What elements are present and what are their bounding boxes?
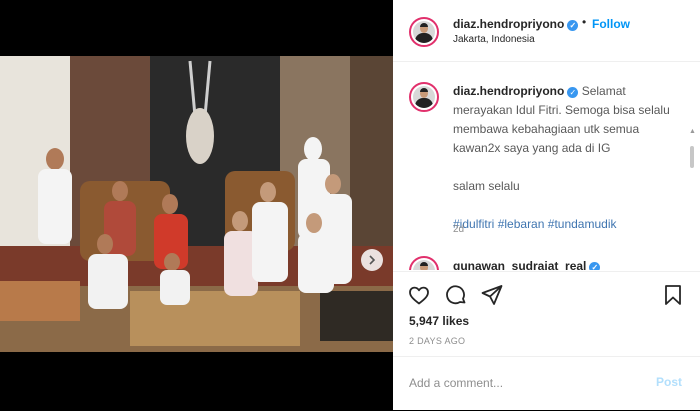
comment-input[interactable] [409, 374, 629, 392]
hashtag-link[interactable]: #lebaran [498, 217, 545, 231]
verified-badge-icon: ✓ [589, 262, 601, 270]
post-caption: diaz.hendropriyono ✓ Selamat merayakan Id… [453, 82, 683, 234]
caption-closing: salam selalu [453, 179, 520, 193]
hashtag-link[interactable]: #tundamudik [548, 217, 617, 231]
comments-scrollbar[interactable] [690, 146, 694, 168]
scroll-up-icon[interactable]: ▲ [689, 128, 696, 135]
like-heart-icon[interactable] [407, 283, 431, 307]
author-avatar[interactable] [409, 17, 439, 47]
caption-timestamp[interactable]: 2d [453, 224, 464, 235]
post-date[interactable]: 2 DAYS AGO [409, 336, 465, 346]
add-comment-bar: Post [393, 356, 700, 411]
commenter-avatar[interactable] [409, 256, 439, 270]
author-username[interactable]: diaz.hendropriyono ✓ [453, 17, 579, 31]
post-photo[interactable] [0, 56, 393, 352]
family-photo-image [0, 56, 393, 352]
comment-username-text[interactable]: gunawan_sudrajat_real [453, 259, 586, 270]
likes-count[interactable]: 5,947 likes [409, 314, 469, 328]
post-comment-button[interactable]: Post [656, 375, 682, 389]
caption-username[interactable]: diaz.hendropriyono [453, 84, 564, 98]
save-bookmark-icon[interactable] [661, 283, 685, 307]
post-header: diaz.hendropriyono ✓ • Follow Jakarta, In… [393, 0, 700, 62]
caption-hashtags: #idulfitri #lebaran #tundamudik [453, 215, 683, 234]
separator-dot: • [582, 15, 587, 29]
post-side-panel: diaz.hendropriyono ✓ • Follow Jakarta, In… [393, 0, 700, 410]
comment-username[interactable]: gunawan_sudrajat_real ✓ [453, 259, 601, 270]
author-username-text[interactable]: diaz.hendropriyono [453, 17, 564, 31]
follow-button[interactable]: Follow [592, 17, 630, 31]
comment-bubble-icon[interactable] [444, 283, 468, 307]
verified-badge-icon: ✓ [567, 87, 579, 98]
post-location[interactable]: Jakarta, Indonesia [453, 34, 535, 45]
share-paper-plane-icon[interactable] [480, 283, 504, 307]
verified-badge-icon: ✓ [567, 20, 579, 31]
carousel-next-button[interactable] [361, 249, 383, 271]
caption-avatar[interactable] [409, 82, 439, 112]
chevron-right-icon [369, 255, 376, 265]
comments-section: diaz.hendropriyono ✓ Selamat merayakan Id… [393, 62, 700, 270]
